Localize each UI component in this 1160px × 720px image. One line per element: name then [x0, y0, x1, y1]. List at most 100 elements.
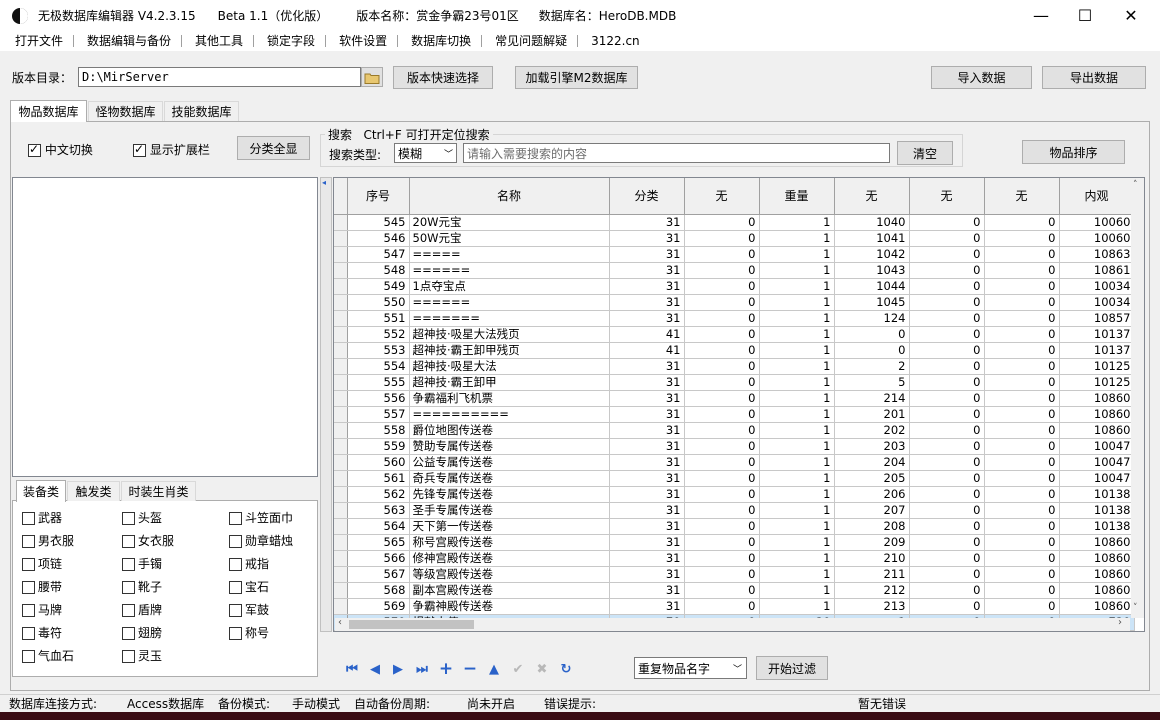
table-cell[interactable]: 31	[609, 390, 685, 407]
row-indicator[interactable]	[334, 374, 348, 391]
table-cell[interactable]: 等级宫殿传送卷	[409, 566, 610, 583]
table-cell[interactable]: 558	[347, 422, 410, 439]
table-cell[interactable]: 1	[759, 598, 835, 615]
quick-select-button[interactable]: 版本快速选择	[393, 66, 493, 89]
table-cell[interactable]: 1	[759, 566, 835, 583]
table-cell[interactable]: 0	[909, 422, 985, 439]
table-cell[interactable]: 10034	[1059, 294, 1135, 311]
table-cell[interactable]: 0	[909, 454, 985, 471]
table-row[interactable]: 553 超神技·霸王卸甲残页 41 0 1 0 0 0 10137	[334, 342, 1135, 359]
table-cell[interactable]: 10047	[1059, 470, 1135, 487]
category-checkbox[interactable]: 男衣服	[22, 532, 74, 549]
category-checkbox[interactable]: 项链	[22, 555, 62, 572]
table-cell[interactable]: 547	[347, 246, 410, 263]
table-cell[interactable]: 10034	[1059, 278, 1135, 295]
table-cell[interactable]: 1	[759, 390, 835, 407]
column-header[interactable]: 无	[684, 178, 760, 215]
next-record-icon[interactable]: ▶	[390, 660, 406, 678]
table-cell[interactable]: 205	[834, 470, 910, 487]
tab-skills[interactable]: 技能数据库	[164, 101, 239, 121]
table-row[interactable]: 567 等级宫殿传送卷 31 0 1 211 0 0 10860	[334, 566, 1135, 583]
table-cell[interactable]: 0	[684, 406, 760, 423]
table-cell[interactable]: 569	[347, 598, 410, 615]
table-cell[interactable]: 0	[684, 598, 760, 615]
table-cell[interactable]: 0	[684, 326, 760, 343]
table-cell[interactable]: 0	[984, 278, 1060, 295]
table-cell[interactable]: 31	[609, 550, 685, 567]
table-cell[interactable]: 1	[759, 310, 835, 327]
table-cell[interactable]: 超神技·吸星大法	[409, 358, 610, 375]
row-indicator[interactable]	[334, 358, 348, 375]
row-indicator[interactable]	[334, 310, 348, 327]
category-checkbox[interactable]: 女衣服	[122, 532, 174, 549]
table-cell[interactable]: 568	[347, 582, 410, 599]
table-cell[interactable]: 0	[684, 358, 760, 375]
table-cell[interactable]: 0	[984, 262, 1060, 279]
category-checkbox[interactable]: 头盔	[122, 509, 162, 526]
table-cell[interactable]: 1	[759, 534, 835, 551]
table-cell[interactable]: 556	[347, 390, 410, 407]
table-cell[interactable]: ======	[409, 262, 610, 279]
edit-record-icon[interactable]: ▲	[486, 660, 502, 678]
table-cell[interactable]: 566	[347, 550, 410, 567]
table-cell[interactable]: 10138	[1059, 502, 1135, 519]
table-cell[interactable]: 0	[684, 518, 760, 535]
table-cell[interactable]: 0	[984, 438, 1060, 455]
table-cell[interactable]: 超神技·霸王卸甲残页	[409, 342, 610, 359]
table-row[interactable]: 561 奇兵专属传送卷 31 0 1 205 0 0 10047	[334, 470, 1135, 487]
table-cell[interactable]: 0	[909, 326, 985, 343]
table-cell[interactable]: 天下第一传送卷	[409, 518, 610, 535]
table-cell[interactable]: 31	[609, 246, 685, 263]
table-cell[interactable]: 1	[759, 326, 835, 343]
table-cell[interactable]: 0	[684, 374, 760, 391]
table-cell[interactable]: 1	[759, 454, 835, 471]
table-cell[interactable]: =====	[409, 246, 610, 263]
table-cell[interactable]: 0	[909, 342, 985, 359]
table-cell[interactable]: 0	[909, 566, 985, 583]
import-button[interactable]: 导入数据	[931, 66, 1032, 89]
table-cell[interactable]: 0	[909, 374, 985, 391]
table-cell[interactable]: 1	[759, 422, 835, 439]
table-row[interactable]: 566 修神宫殿传送卷 31 0 1 210 0 0 10860	[334, 550, 1135, 567]
table-cell[interactable]: 0	[684, 294, 760, 311]
table-cell[interactable]: 555	[347, 374, 410, 391]
table-cell[interactable]: 1	[759, 518, 835, 535]
close-button[interactable]: ✕	[1108, 0, 1154, 31]
table-cell[interactable]: 31	[609, 310, 685, 327]
table-cell[interactable]: 213	[834, 598, 910, 615]
table-cell[interactable]: 31	[609, 294, 685, 311]
table-cell[interactable]: 0	[984, 342, 1060, 359]
table-cell[interactable]: 先锋专属传送卷	[409, 486, 610, 503]
scroll-down-icon[interactable]: ˅	[1133, 603, 1138, 613]
table-cell[interactable]: 0	[984, 310, 1060, 327]
category-checkbox[interactable]: 戒指	[229, 555, 269, 572]
show-all-button[interactable]: 分类全显	[237, 136, 310, 160]
category-checkbox[interactable]: 盾牌	[122, 601, 162, 618]
table-cell[interactable]: 0	[684, 582, 760, 599]
table-cell[interactable]: 31	[609, 438, 685, 455]
table-cell[interactable]: 0	[909, 246, 985, 263]
table-cell[interactable]: 31	[609, 486, 685, 503]
table-cell[interactable]: 546	[347, 230, 410, 247]
table-row[interactable]: 555 超神技·霸王卸甲 31 0 1 5 0 0 10125	[334, 374, 1135, 391]
table-cell[interactable]: 0	[984, 406, 1060, 423]
tab-items[interactable]: 物品数据库	[10, 100, 87, 122]
row-indicator[interactable]	[334, 566, 348, 583]
row-indicator[interactable]	[334, 246, 348, 263]
row-indicator[interactable]	[334, 502, 348, 519]
clear-button[interactable]: 清空	[897, 141, 953, 165]
row-indicator[interactable]	[334, 582, 348, 599]
table-cell[interactable]: 564	[347, 518, 410, 535]
table-cell[interactable]: 206	[834, 486, 910, 503]
table-cell[interactable]: 0	[984, 422, 1060, 439]
delete-record-icon[interactable]: −	[462, 659, 478, 679]
table-cell[interactable]: 10860	[1059, 582, 1135, 599]
table-cell[interactable]: 1	[759, 406, 835, 423]
menu-item-4[interactable]: 软件设置	[325, 31, 397, 51]
table-cell[interactable]: 1	[759, 294, 835, 311]
category-checkbox[interactable]: 腰带	[22, 578, 62, 595]
column-header[interactable]: 序号	[347, 178, 410, 215]
table-cell[interactable]: 0	[909, 214, 985, 231]
table-cell[interactable]: 0	[984, 214, 1060, 231]
table-row[interactable]: 563 圣手专属传送卷 31 0 1 207 0 0 10138	[334, 502, 1135, 519]
